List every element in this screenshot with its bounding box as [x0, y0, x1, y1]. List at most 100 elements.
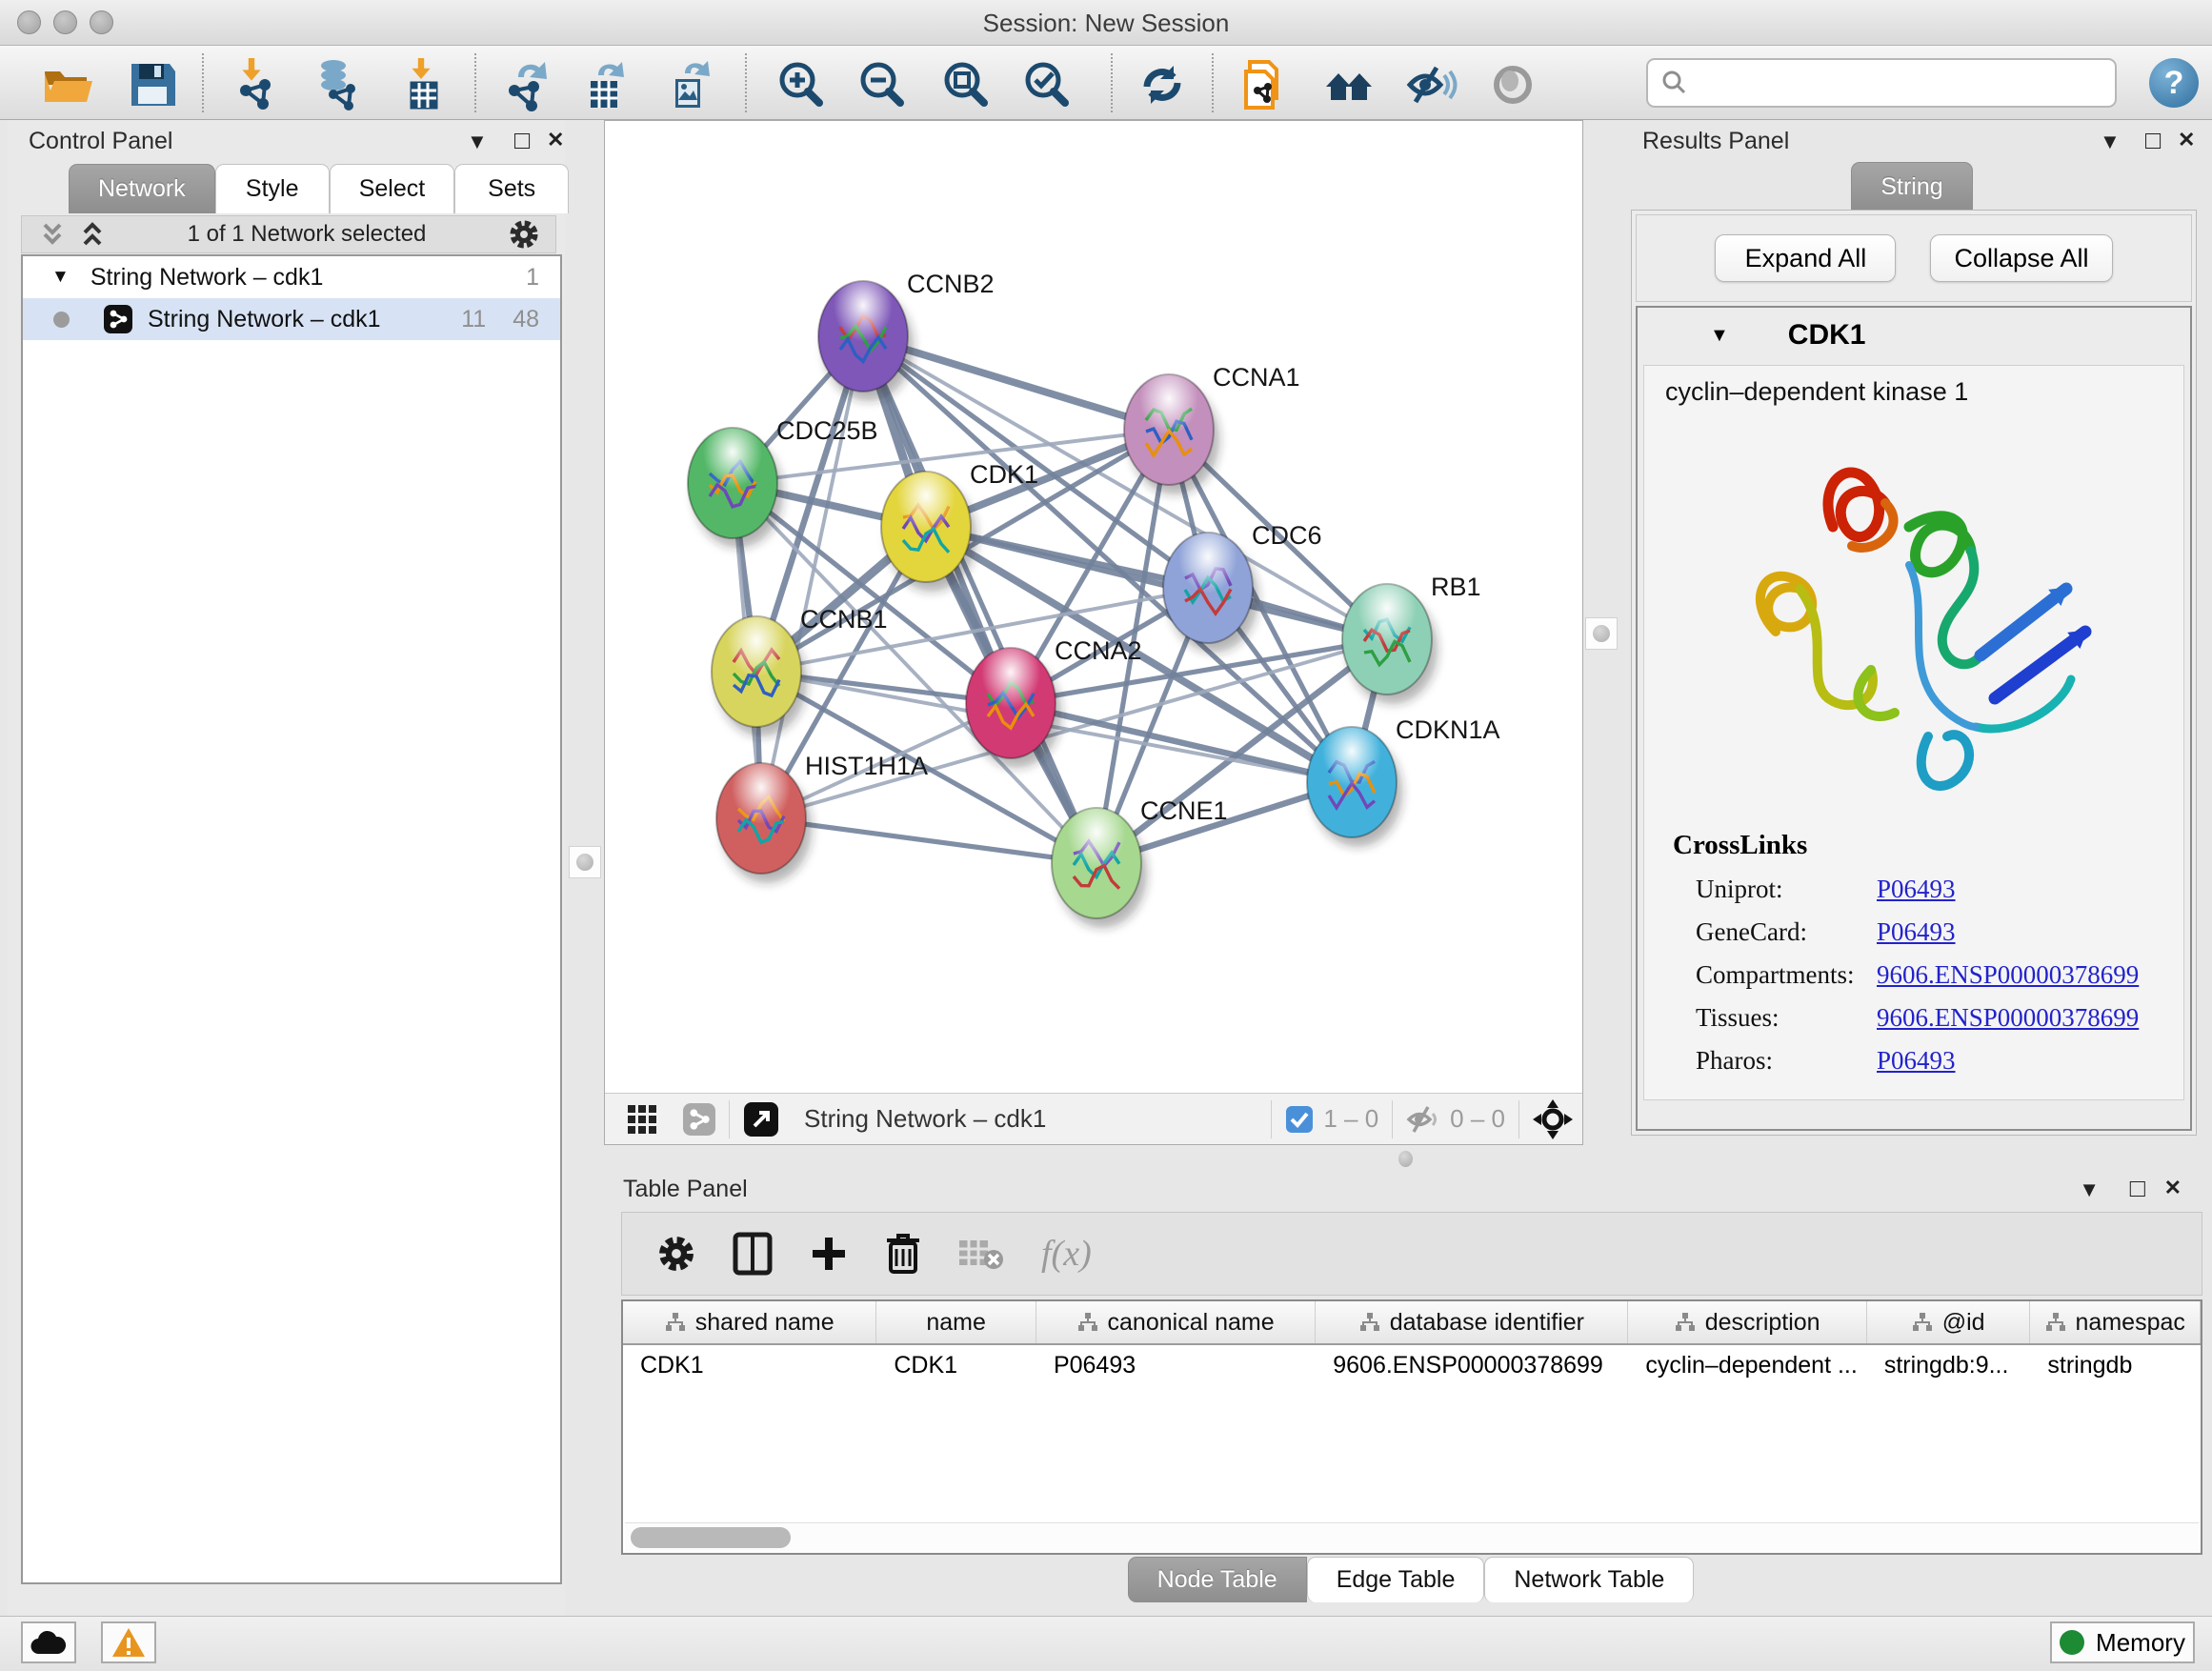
copy-documents-icon[interactable] — [1237, 58, 1290, 111]
edge-CCNB2-HIST1H1A[interactable] — [761, 336, 863, 818]
delete-table-icon[interactable] — [957, 1237, 1005, 1271]
export-network-icon[interactable] — [501, 58, 554, 111]
node-CCNA1[interactable] — [1124, 374, 1219, 494]
export-table-icon[interactable] — [577, 58, 631, 111]
crosslink-link[interactable]: P06493 — [1877, 875, 1956, 904]
select-columns-icon[interactable] — [733, 1232, 773, 1276]
refresh-icon[interactable] — [1136, 58, 1189, 111]
table-row[interactable]: CDK1CDK1P064939606.ENSP00000378699cyclin… — [623, 1345, 2201, 1385]
column-header-shared-name[interactable]: shared name — [623, 1301, 876, 1343]
tab-edge-table[interactable]: Edge Table — [1307, 1557, 1485, 1602]
import-database-icon[interactable] — [311, 58, 364, 111]
home-browser-icon[interactable] — [1322, 58, 1376, 111]
warning-button[interactable] — [101, 1621, 156, 1663]
panel-close-icon[interactable]: ✕ — [2178, 128, 2195, 152]
panel-close-icon[interactable]: ✕ — [2164, 1176, 2182, 1200]
node-HIST1H1A[interactable] — [716, 763, 812, 883]
show-eye-icon[interactable] — [1486, 58, 1539, 111]
horizontal-splitter-handle[interactable] — [1398, 1151, 1413, 1167]
panel-float-icon[interactable]: □ — [514, 126, 530, 155]
cell-@id[interactable]: stringdb:9... — [1867, 1352, 2031, 1379]
selected-checkbox-icon[interactable] — [1285, 1105, 1314, 1134]
panel-float-icon[interactable]: □ — [2130, 1174, 2145, 1203]
column-header-database-identifier[interactable]: database identifier — [1316, 1301, 1628, 1343]
collapse-all-icon[interactable] — [39, 221, 66, 248]
node-CCNA2[interactable] — [966, 648, 1061, 768]
tab-sets[interactable]: Sets — [454, 164, 569, 213]
collapse-all-button[interactable]: Collapse All — [1930, 234, 2112, 282]
zoom-in-icon[interactable] — [774, 58, 827, 111]
tab-string[interactable]: String — [1851, 162, 1972, 211]
tab-network[interactable]: Network — [69, 164, 215, 213]
node-CDKN1A[interactable] — [1307, 727, 1402, 847]
cell-shared-name[interactable]: CDK1 — [623, 1352, 876, 1379]
panel-menu-icon[interactable]: ▼ — [2100, 130, 2121, 154]
tree-expander-icon[interactable]: ▼ — [51, 267, 70, 288]
scrollbar-thumb[interactable] — [631, 1527, 791, 1548]
birdseye-crosshair-icon[interactable] — [1533, 1099, 1573, 1139]
memory-button[interactable]: Memory — [2050, 1621, 2195, 1663]
crosslink-link[interactable]: 9606.ENSP00000378699 — [1877, 1003, 2139, 1033]
tab-style[interactable]: Style — [215, 164, 330, 213]
expand-all-icon[interactable] — [79, 221, 106, 248]
cell-database-identifier[interactable]: 9606.ENSP00000378699 — [1316, 1352, 1628, 1379]
node-CDK1[interactable] — [881, 472, 976, 592]
crosslink-link[interactable]: P06493 — [1877, 917, 1956, 947]
node-CCNE1[interactable] — [1052, 808, 1147, 928]
node-CCNB2[interactable] — [818, 281, 914, 401]
section-expander-icon[interactable]: ▼ — [1710, 325, 1729, 347]
panel-menu-icon[interactable]: ▼ — [2079, 1178, 2100, 1202]
crosslink-link[interactable]: P06493 — [1877, 1046, 1956, 1076]
network-collection-row[interactable]: ▼ String Network – cdk1 1 — [23, 256, 560, 298]
open-view-icon[interactable] — [743, 1101, 779, 1137]
hidden-eye-icon[interactable] — [1406, 1105, 1440, 1134]
function-builder-icon[interactable]: f(x) — [1041, 1233, 1092, 1275]
table-gear-icon[interactable] — [656, 1234, 696, 1274]
cell-namespac[interactable]: stringdb — [2030, 1352, 2201, 1379]
edge-CCNB2-CCNE1[interactable] — [863, 336, 1096, 863]
gear-icon[interactable] — [508, 218, 540, 251]
network-row[interactable]: String Network – cdk1 11 48 — [23, 298, 560, 340]
tab-select[interactable]: Select — [330, 164, 454, 213]
zoom-out-icon[interactable] — [855, 58, 908, 111]
left-splitter-handle[interactable] — [569, 846, 601, 878]
panel-close-icon[interactable]: ✕ — [547, 128, 564, 152]
hide-eye-icon[interactable] — [1404, 58, 1458, 111]
panel-menu-icon[interactable]: ▼ — [467, 130, 488, 154]
cell-name[interactable]: CDK1 — [876, 1352, 1036, 1379]
save-session-icon[interactable] — [126, 58, 179, 111]
gene-section-header[interactable]: ▼ CDK1 — [1638, 308, 2190, 363]
network-graph[interactable]: CCNB2CCNA1CDC25BCDK1CDC6RB1CCNB1CCNA2CDK… — [605, 121, 1582, 1093]
node-CDC6[interactable] — [1163, 533, 1258, 653]
column-header-canonical-name[interactable]: canonical name — [1036, 1301, 1316, 1343]
zoom-selected-icon[interactable] — [1019, 58, 1073, 111]
node-CCNB1[interactable] — [712, 616, 807, 736]
tab-network-table[interactable]: Network Table — [1484, 1557, 1694, 1602]
zoom-fit-icon[interactable] — [938, 58, 992, 111]
column-header-@id[interactable]: @id — [1867, 1301, 2031, 1343]
tab-node-table[interactable]: Node Table — [1128, 1557, 1307, 1602]
horizontal-scrollbar[interactable] — [625, 1522, 2199, 1551]
import-network-icon[interactable] — [229, 58, 282, 111]
add-column-icon[interactable] — [809, 1234, 849, 1274]
cloud-button[interactable] — [21, 1621, 76, 1663]
network-canvas[interactable]: CCNB2CCNA1CDC25BCDK1CDC6RB1CCNB1CCNA2CDK… — [604, 120, 1583, 1145]
string-view-icon[interactable] — [683, 1103, 715, 1136]
cell-canonical-name[interactable]: P06493 — [1036, 1352, 1316, 1379]
node-RB1[interactable] — [1342, 584, 1438, 704]
crosslink-link[interactable]: 9606.ENSP00000378699 — [1877, 960, 2139, 990]
panel-float-icon[interactable]: □ — [2145, 126, 2161, 155]
search-input[interactable] — [1688, 69, 2115, 98]
right-splitter-handle[interactable] — [1585, 617, 1618, 650]
column-header-name[interactable]: name — [876, 1301, 1036, 1343]
import-table-icon[interactable] — [396, 58, 450, 111]
cell-description[interactable]: cyclin–dependent ... — [1628, 1352, 1866, 1379]
export-image-icon[interactable] — [662, 58, 715, 111]
column-header-description[interactable]: description — [1628, 1301, 1866, 1343]
column-header-namespac[interactable]: namespac — [2030, 1301, 2201, 1343]
help-icon[interactable]: ? — [2149, 58, 2199, 108]
grid-mode-icon[interactable] — [626, 1103, 658, 1136]
open-session-icon[interactable] — [41, 58, 94, 111]
delete-column-icon[interactable] — [885, 1232, 921, 1276]
expand-all-button[interactable]: Expand All — [1715, 234, 1896, 282]
